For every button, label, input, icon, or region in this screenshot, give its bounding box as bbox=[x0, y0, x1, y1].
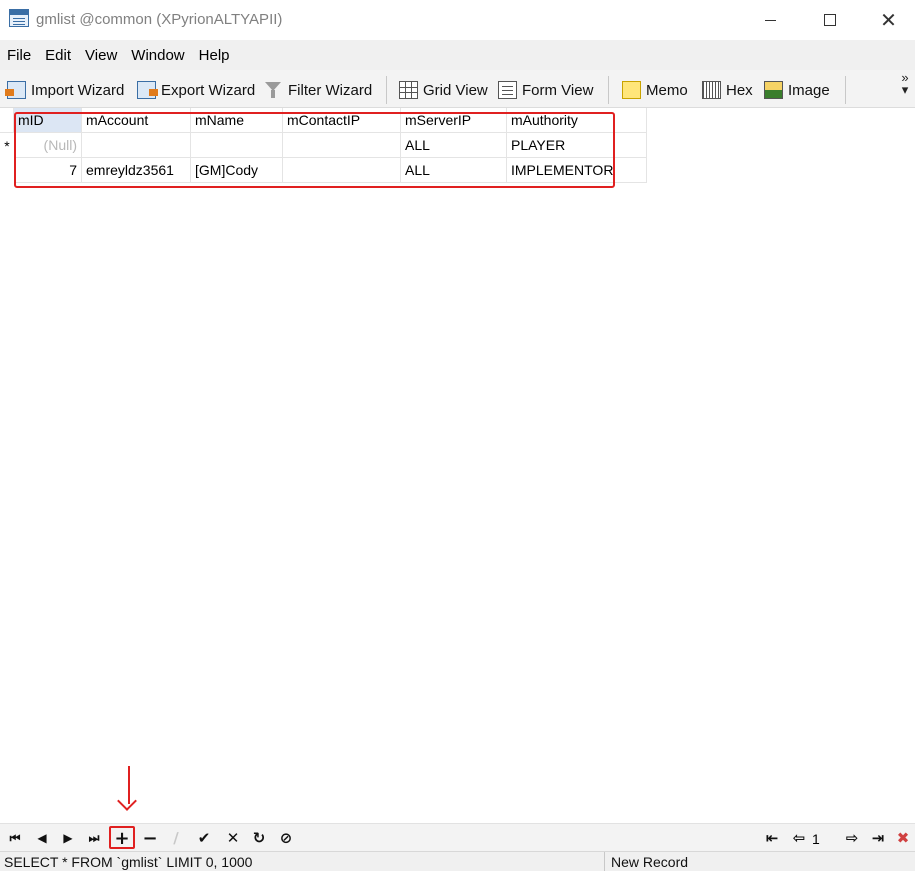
memo-icon bbox=[622, 81, 641, 99]
cell-mserverip[interactable]: ALL bbox=[401, 133, 507, 158]
cell-mcontactip[interactable] bbox=[283, 158, 401, 183]
filter-icon bbox=[264, 81, 283, 99]
grid-icon bbox=[399, 81, 418, 99]
status-sql-query: SELECT * FROM `gmlist` LIMIT 0, 1000 bbox=[4, 854, 253, 870]
table-row[interactable]: * (Null) ALL PLAYER bbox=[0, 133, 647, 158]
cell-mauthority[interactable]: PLAYER bbox=[507, 133, 647, 158]
column-header-mcontactip[interactable]: mContactIP bbox=[283, 108, 401, 133]
filter-wizard-label: Filter Wizard bbox=[288, 81, 373, 99]
hex-button[interactable]: Hex bbox=[702, 78, 753, 102]
table-row[interactable]: 7 emreyldz3561 [GM]Cody ALL IMPLEMENTOR bbox=[0, 158, 647, 183]
minimize-button[interactable] bbox=[741, 0, 800, 40]
header-corner bbox=[0, 108, 14, 133]
hex-icon bbox=[702, 81, 721, 99]
next-record-icon[interactable]: ▶ bbox=[57, 827, 79, 849]
toolbar-divider bbox=[845, 76, 846, 104]
grid-view-label: Grid View bbox=[423, 81, 488, 99]
previous-record-icon[interactable]: ◀ bbox=[31, 827, 53, 849]
menu-file[interactable]: File bbox=[0, 47, 38, 64]
first-page-icon[interactable]: ⇤ bbox=[761, 827, 783, 849]
hex-label: Hex bbox=[726, 81, 753, 99]
cell-mid[interactable]: 7 bbox=[14, 158, 82, 183]
record-navigator: ⏮ ◀ ▶ ⏭ + − ∕ ✔ ✕ ↻ ⊘ ⇤ ⇦ 1 ⇨ ⇥ ✖ bbox=[0, 823, 915, 851]
maximize-icon bbox=[823, 14, 836, 26]
last-page-icon[interactable]: ⇥ bbox=[867, 827, 889, 849]
apply-changes-icon[interactable]: ✔ bbox=[193, 827, 215, 849]
column-header-mname[interactable]: mName bbox=[191, 108, 283, 133]
cell-maccount[interactable]: emreyldz3561 bbox=[82, 158, 191, 183]
menu-window[interactable]: Window bbox=[124, 47, 191, 64]
page-number-field[interactable]: 1 bbox=[812, 829, 838, 849]
tools-icon[interactable]: ✖ bbox=[892, 827, 914, 849]
export-wizard-label: Export Wizard bbox=[161, 81, 256, 99]
export-wizard-button[interactable]: Export Wizard bbox=[137, 78, 255, 102]
menu-edit[interactable]: Edit bbox=[38, 47, 78, 64]
new-row-indicator: * bbox=[4, 138, 10, 154]
edit-record-icon[interactable]: ∕ bbox=[165, 827, 187, 849]
form-icon bbox=[498, 81, 517, 99]
toolbar-divider bbox=[608, 76, 609, 104]
minimize-icon bbox=[765, 19, 776, 21]
column-header-mauthority[interactable]: mAuthority bbox=[507, 108, 647, 133]
status-divider bbox=[604, 852, 605, 871]
cell-mname[interactable]: [GM]Cody bbox=[191, 158, 283, 183]
table-icon bbox=[9, 9, 29, 27]
next-page-icon[interactable]: ⇨ bbox=[841, 827, 863, 849]
cell-mcontactip[interactable] bbox=[283, 133, 401, 158]
close-icon: ✕ bbox=[880, 8, 897, 32]
form-view-label: Form View bbox=[522, 81, 594, 99]
cell-mid[interactable]: (Null) bbox=[14, 133, 82, 158]
import-wizard-button[interactable]: Import Wizard bbox=[5, 78, 125, 102]
toolbar: Import Wizard Export Wizard Filter Wizar… bbox=[0, 70, 915, 108]
column-header-mserverip[interactable]: mServerIP bbox=[401, 108, 507, 133]
menu-view[interactable]: View bbox=[78, 47, 124, 64]
grid-view-button[interactable]: Grid View bbox=[399, 78, 488, 102]
add-record-icon[interactable]: + bbox=[111, 827, 133, 849]
menu-help[interactable]: Help bbox=[192, 47, 237, 64]
status-mode: New Record bbox=[611, 854, 689, 870]
status-bar: SELECT * FROM `gmlist` LIMIT 0, 1000 New… bbox=[0, 851, 915, 871]
annotation-arrow-down-icon bbox=[117, 766, 139, 811]
image-label: Image bbox=[788, 81, 830, 99]
arrow-head bbox=[117, 791, 137, 811]
first-record-icon[interactable]: ⏮ bbox=[4, 827, 26, 849]
cell-mauthority[interactable]: IMPLEMENTOR bbox=[507, 158, 647, 183]
column-header-mid[interactable]: mID bbox=[14, 108, 82, 133]
import-wizard-label: Import Wizard bbox=[31, 81, 125, 99]
toolbar-divider bbox=[386, 76, 387, 104]
refresh-icon[interactable]: ↻ bbox=[248, 827, 270, 849]
delete-record-icon[interactable]: − bbox=[139, 827, 161, 849]
import-icon bbox=[5, 81, 26, 99]
cell-mserverip[interactable]: ALL bbox=[401, 158, 507, 183]
menu-bar: File Edit View Window Help bbox=[0, 40, 915, 70]
previous-page-icon[interactable]: ⇦ bbox=[788, 827, 810, 849]
toolbar-overflow-button[interactable]: » ▾ bbox=[897, 71, 913, 97]
form-view-button[interactable]: Form View bbox=[498, 78, 593, 102]
maximize-button[interactable] bbox=[800, 0, 859, 40]
cell-maccount[interactable] bbox=[82, 133, 191, 158]
filter-wizard-button[interactable]: Filter Wizard bbox=[264, 78, 372, 102]
image-button[interactable]: Image bbox=[764, 78, 830, 102]
title-bar: gmlist @common (XPyrionALTYAPII) ✕ bbox=[0, 0, 915, 40]
row-indicator bbox=[0, 158, 14, 183]
chevron-down-icon: ▾ bbox=[901, 82, 909, 97]
window-title: gmlist @common (XPyrionALTYAPII) bbox=[36, 11, 283, 28]
close-button[interactable]: ✕ bbox=[859, 0, 915, 40]
last-record-icon[interactable]: ⏭ bbox=[83, 827, 105, 849]
memo-button[interactable]: Memo bbox=[622, 78, 688, 102]
image-icon bbox=[764, 81, 783, 99]
column-header-maccount[interactable]: mAccount bbox=[82, 108, 191, 133]
cell-mname[interactable] bbox=[191, 133, 283, 158]
stop-icon[interactable]: ⊘ bbox=[275, 827, 297, 849]
discard-changes-icon[interactable]: ✕ bbox=[222, 827, 244, 849]
grid-header-row: mID mAccount mName mContactIP mServerIP … bbox=[0, 108, 647, 133]
memo-label: Memo bbox=[646, 81, 688, 99]
export-icon bbox=[137, 81, 158, 99]
